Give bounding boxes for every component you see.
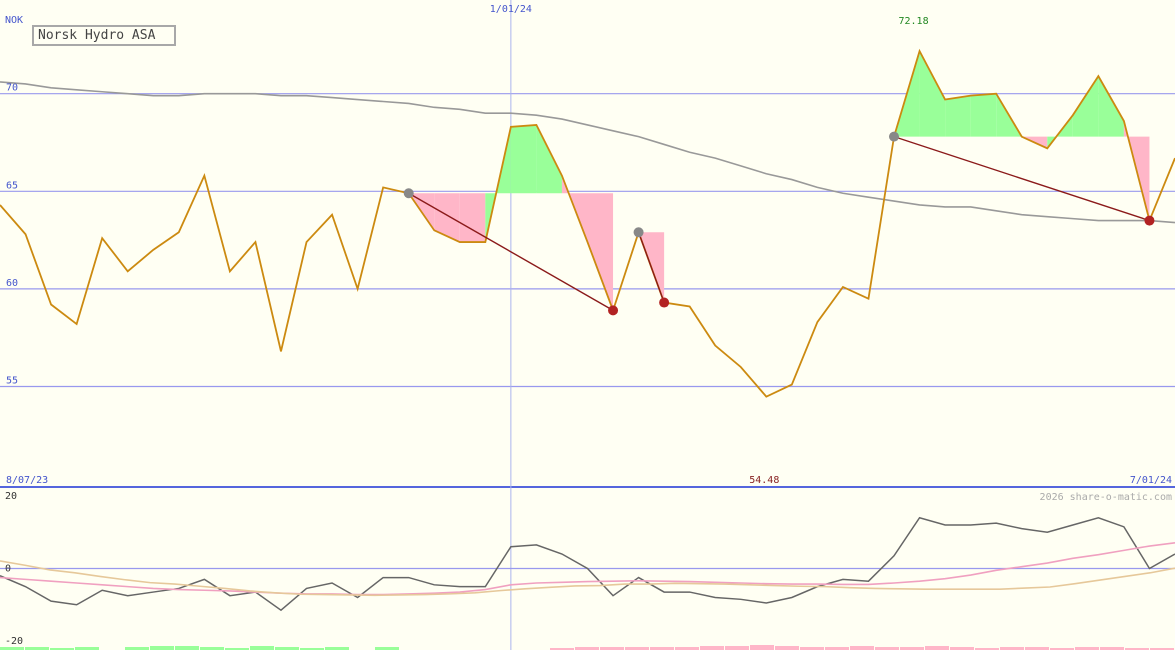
histogram-bar-28 <box>700 646 724 650</box>
histogram-bar-37 <box>925 646 949 650</box>
y-tick-55: 55 <box>6 375 18 386</box>
histogram-bar-6 <box>150 646 174 650</box>
y-tick-70: 70 <box>6 83 18 94</box>
max-value-label: 72.18 <box>899 16 929 27</box>
x-label-end: 7/01/24 <box>1130 475 1172 486</box>
signal-trend-line-2 <box>893 135 1150 222</box>
histogram-bar-7 <box>175 646 199 650</box>
signal-end-marker-0 <box>608 305 619 316</box>
signal-start-marker-2 <box>889 131 900 142</box>
histogram-bar-34 <box>850 646 874 650</box>
price-chart: 55 60 65 70 NOK 8/07/23 1/01/24 7/01/24 72.18 54.… <box>0 0 1175 650</box>
histogram-bar-29 <box>725 646 749 650</box>
signal-start-marker-0 <box>403 188 414 199</box>
x-label-mid: 1/01/24 <box>490 4 532 15</box>
histogram-bar-10 <box>250 646 274 650</box>
histogram-bar-31 <box>775 646 799 650</box>
oscillator-line <box>0 516 1175 612</box>
y-tick-65: 65 <box>6 180 18 191</box>
y-tick-60: 60 <box>6 278 18 289</box>
signal-fill-0-20 <box>510 124 537 194</box>
min-value-label: 54.48 <box>749 475 779 486</box>
osc-y-tick-0: 20 <box>5 491 17 502</box>
histogram-bar-30 <box>750 645 774 650</box>
signal-end-marker-2 <box>1144 215 1155 226</box>
signal-fill-0-21 <box>536 124 562 194</box>
signal-fill-2-38 <box>970 93 997 137</box>
signal-fill-2-37 <box>945 95 971 137</box>
signal-fill-0-17 <box>434 193 460 243</box>
watermark-label: 2026 share-o-matic.com <box>1040 492 1172 503</box>
signal-end-marker-1 <box>659 297 670 308</box>
x-label-start: 8/07/23 <box>6 475 48 486</box>
osc-y-tick-2: -20 <box>5 636 23 647</box>
y-unit-label: NOK <box>5 15 23 26</box>
signal-start-marker-1 <box>633 227 644 238</box>
signal-fill-2-42 <box>1072 76 1099 137</box>
chart-title: Norsk Hydro ASA <box>32 25 176 46</box>
signal-fill-2-43 <box>1098 76 1124 137</box>
osc-y-tick-1: 0 <box>5 564 11 575</box>
chart-stage: 55 60 65 70 NOK 8/07/23 1/01/24 7/01/24 72.18 54.… <box>0 0 1175 650</box>
